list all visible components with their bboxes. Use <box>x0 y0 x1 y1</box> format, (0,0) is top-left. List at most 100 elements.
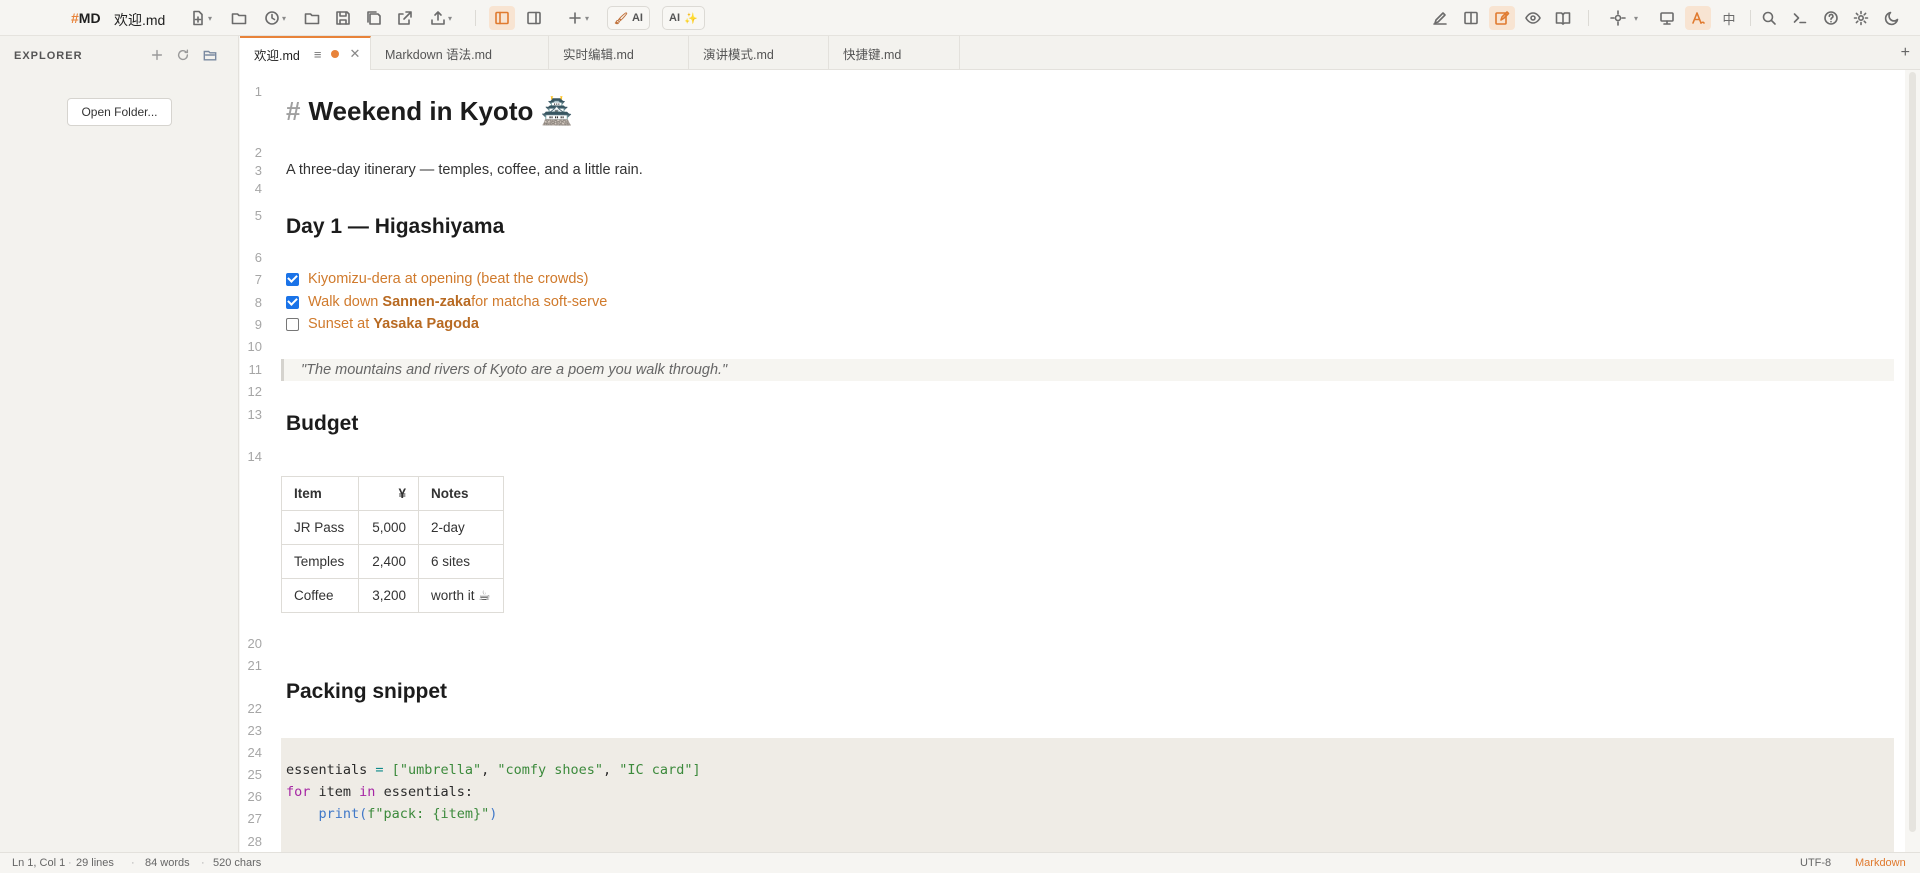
live-edit-button[interactable] <box>1489 6 1515 30</box>
language-mode-indicator[interactable]: Markdown <box>1855 857 1906 869</box>
insert-button[interactable]: ▾ <box>563 6 593 30</box>
open-folder-button[interactable]: Open Folder... <box>67 98 172 126</box>
sidebar-right-icon <box>527 11 541 25</box>
table-cell: Coffee <box>281 578 359 613</box>
sparkles-icon: ✨ <box>684 12 698 25</box>
crosshair-icon <box>1610 10 1626 26</box>
task-item: Kiyomizu-dera at opening (beat the crowd… <box>286 271 588 287</box>
line-number: 22 <box>247 701 262 716</box>
code-string: "comfy shoes" <box>497 762 604 778</box>
toolbar-divider-right <box>1588 10 1589 26</box>
unsaved-dot-icon <box>331 50 340 58</box>
tab-live-editing[interactable]: 实时编辑.md <box>549 36 689 70</box>
char-count: 520 chars <box>213 857 262 869</box>
code-operator: = <box>367 762 392 778</box>
cursor-position[interactable]: Ln 1, Col 1 <box>12 857 65 869</box>
edit-mode-button[interactable] <box>1427 6 1453 30</box>
search-button[interactable] <box>1756 6 1782 30</box>
table-cell: 2-day <box>418 510 504 545</box>
open-folder-toolbar-button[interactable] <box>228 6 250 30</box>
new-tab-button[interactable]: + <box>1901 44 1910 62</box>
table-cell: 3,200 <box>358 578 419 613</box>
budget-table: Item ¥ Notes JR Pass 5,000 2-day Temples… <box>281 476 504 613</box>
line-number: 27 <box>247 811 262 826</box>
new-file-sidebar-button[interactable] <box>148 46 166 64</box>
line-number: 14 <box>247 449 262 464</box>
table-cell: JR Pass <box>281 510 359 545</box>
checkbox-checked[interactable] <box>286 295 299 309</box>
explorer-sidebar: EXPLORER Open Folder... <box>0 36 239 852</box>
checkbox-checked[interactable] <box>286 272 299 286</box>
table-cell: 2,400 <box>358 544 419 579</box>
line-number: 13 <box>247 407 262 422</box>
terminal-icon <box>1793 13 1807 24</box>
line-number: 25 <box>247 767 262 782</box>
split-view-button[interactable] <box>1458 6 1484 30</box>
save-button[interactable] <box>332 6 354 30</box>
code-block <box>281 738 1894 852</box>
preview-button[interactable] <box>1520 6 1546 30</box>
top-toolbar: #MD 欢迎.md ▾ ▾ ▾ ▾ 🖌 AI AI ✨ ▾ 中 <box>0 0 1920 36</box>
table-header-cell: Item <box>281 476 359 511</box>
status-separator: · <box>131 857 135 869</box>
code-text: essentials: <box>375 784 473 800</box>
editor-pane[interactable]: 1 2 3 4 5 6 7 8 9 10 11 12 13 14 20 21 2… <box>240 70 1905 852</box>
ai-assistant-button[interactable]: AI ✨ <box>662 6 705 30</box>
save-all-button[interactable] <box>363 6 385 30</box>
blockquote: "The mountains and rivers of Kyoto are a… <box>281 359 1894 381</box>
toggle-sidebar-button[interactable] <box>489 6 515 30</box>
logo-text: MD <box>78 10 101 26</box>
line-number: 21 <box>247 658 262 673</box>
refresh-button[interactable] <box>174 46 192 64</box>
status-bar: Ln 1, Col 1 · 29 lines · 84 words · 520 … <box>0 852 1920 873</box>
table-cell: worth it ☕ <box>418 578 504 613</box>
line-number: 12 <box>247 384 262 399</box>
font-style-button[interactable] <box>1685 6 1711 30</box>
workspace-folder-button[interactable] <box>301 6 323 30</box>
tab-label: 欢迎.md <box>254 48 300 63</box>
line-number: 28 <box>247 834 262 849</box>
tab-welcome[interactable]: 欢迎.md ≡ ✕ <box>240 36 371 70</box>
task-bold-text: Yasaka Pagoda <box>373 316 479 332</box>
presentation-button[interactable] <box>1654 6 1680 30</box>
reading-mode-button[interactable] <box>1550 6 1576 30</box>
tab-presentation-mode[interactable]: 演讲模式.md <box>689 36 829 70</box>
line-count: 29 lines <box>76 857 114 869</box>
close-icon[interactable]: ✕ <box>349 46 360 62</box>
open-external-button[interactable] <box>394 6 416 30</box>
tab-label: 快捷键.md <box>843 47 902 62</box>
heading-1-text: Weekend in Kyoto 🏯 <box>308 96 573 126</box>
recent-files-button[interactable]: ▾ <box>260 6 290 30</box>
ai-format-button[interactable]: 🖌 AI <box>607 6 650 30</box>
encoding-indicator[interactable]: UTF-8 <box>1800 857 1831 869</box>
tab-markdown-syntax[interactable]: Markdown 语法.md <box>371 36 549 70</box>
code-variable: essentials <box>286 762 368 778</box>
help-button[interactable] <box>1818 6 1844 30</box>
plus-icon <box>569 12 581 24</box>
tab-shortcuts[interactable]: 快捷键.md <box>829 36 960 70</box>
book-open-icon <box>1555 12 1571 25</box>
scrollbar-thumb[interactable] <box>1909 72 1916 832</box>
new-file-button[interactable]: ▾ <box>187 6 215 30</box>
checkbox-unchecked[interactable] <box>286 317 299 331</box>
language-toggle-button[interactable]: 中 <box>1716 6 1742 30</box>
theme-toggle-button[interactable] <box>1879 6 1905 30</box>
menu-icon[interactable]: ≡ <box>314 47 322 62</box>
export-button[interactable]: ▾ <box>425 6 457 30</box>
monitor-icon <box>1660 12 1674 25</box>
task-item: Sunset at Yasaka Pagoda <box>286 316 479 332</box>
typography-icon <box>1692 12 1705 24</box>
task-text: for matcha soft-serve <box>471 294 608 310</box>
editor-scrollbar[interactable] <box>1905 70 1920 852</box>
code-keyword: in <box>359 784 376 800</box>
toggle-outline-button[interactable] <box>521 6 547 30</box>
table-header-row: Item ¥ Notes <box>281 476 504 511</box>
tab-label: 演讲模式.md <box>703 47 774 62</box>
collapse-folders-button[interactable] <box>201 46 219 64</box>
table-row: Temples 2,400 6 sites <box>281 544 504 579</box>
status-separator: · <box>201 857 205 869</box>
word-count: 84 words <box>145 857 190 869</box>
terminal-button[interactable] <box>1787 6 1813 30</box>
focus-mode-button[interactable]: ▾ <box>1604 6 1644 30</box>
settings-button[interactable] <box>1848 6 1874 30</box>
